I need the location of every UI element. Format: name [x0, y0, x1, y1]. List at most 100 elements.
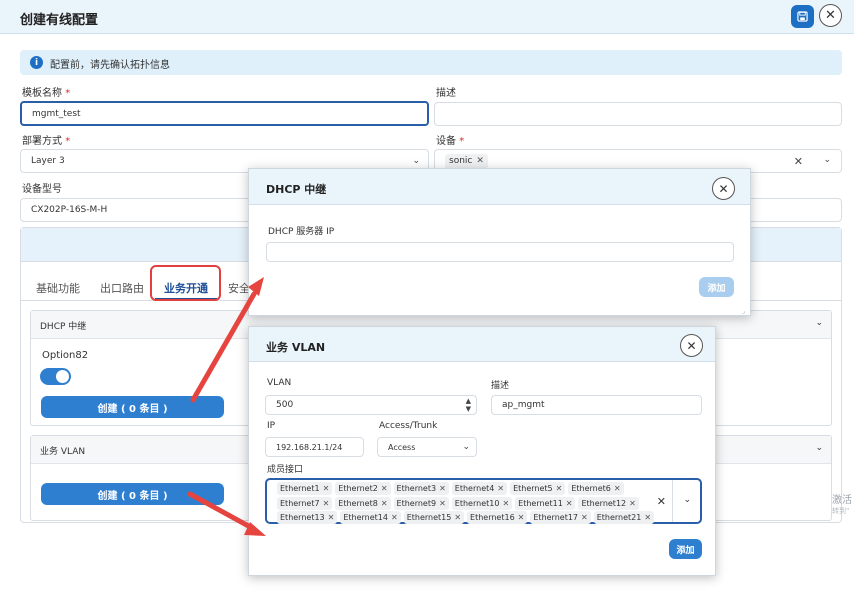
dhcp-create-button[interactable]: 创建 ( 0 条目 ) [41, 396, 224, 418]
access-trunk-select[interactable]: Access ⌄ [377, 437, 477, 457]
vlan-id-input[interactable]: 500 ▲ ▼ [265, 395, 477, 415]
vlan-ip-label: IP [267, 421, 276, 431]
chip-remove-icon[interactable]: ✕ [644, 513, 651, 522]
desc-label: 描述 [436, 88, 456, 99]
vlan-create-button[interactable]: 创建 ( 0 条目 ) [41, 483, 224, 505]
chip-remove-icon[interactable]: ✕ [381, 484, 388, 493]
template-name-label: 模板名称 * [22, 88, 71, 99]
vlan-ip-input[interactable]: 192.168.21.1/24 [265, 437, 364, 457]
chip-remove-icon[interactable]: ✕ [581, 513, 588, 522]
vlan-modal: 业务 VLAN ✕ VLAN 500 ▲ ▼ 描述 ap_mgmt IP 192.1… [248, 326, 716, 576]
chip-remove-icon[interactable]: ✕ [439, 484, 446, 493]
member-chip: Ethernet6 ✕ [568, 482, 624, 495]
page-header: 创建有线配置 ✕ [0, 0, 854, 34]
divider [672, 480, 673, 522]
deploy-label: 部署方式 * [22, 136, 71, 147]
chevron-down-icon[interactable]: ⌄ [683, 495, 691, 505]
chip-remove-icon[interactable]: ✕ [476, 156, 484, 166]
chip-remove-icon[interactable]: ✕ [518, 513, 525, 522]
dhcp-modal-close-button[interactable]: ✕ [712, 177, 735, 200]
member-chip: Ethernet9 ✕ [393, 497, 449, 510]
member-row-3: Ethernet13 ✕ Ethernet14 ✕ Ethernet15 ✕ Etherne… [277, 511, 657, 524]
member-chip: Ethernet4 ✕ [451, 482, 508, 495]
chevron-down-icon[interactable]: ⌄ [823, 155, 831, 165]
template-name-input[interactable]: mgmt_test [20, 101, 429, 126]
vlan-modal-title: 业务 VLAN [266, 341, 326, 354]
close-icon: ✕ [718, 181, 729, 196]
member-chip: Ethernet7 ✕ [277, 497, 333, 510]
chip-remove-icon[interactable]: ✕ [566, 499, 573, 508]
resize-handle-icon[interactable]: ⌟ [742, 308, 745, 315]
chevron-down-icon[interactable]: ⌄ [815, 318, 823, 328]
tab-basic[interactable]: 基础功能 [36, 280, 80, 296]
chip-remove-icon[interactable]: ✕ [454, 513, 461, 522]
vlan-modal-close-button[interactable]: ✕ [680, 334, 703, 357]
save-icon [797, 11, 808, 22]
close-icon: ✕ [686, 338, 697, 353]
activation-watermark: 激活 [832, 495, 852, 506]
desc-input[interactable] [434, 102, 842, 126]
member-chip: Ethernet10 ✕ [451, 497, 513, 510]
highlight-box [150, 265, 221, 301]
device-label: 设备 * [436, 136, 465, 147]
chip-remove-icon[interactable]: ✕ [439, 499, 446, 508]
activation-watermark-sub: 转到" [832, 507, 850, 515]
chevron-down-icon: ⌄ [462, 442, 470, 452]
member-chip: Ethernet1 ✕ [277, 482, 333, 495]
option82-label: Option82 [42, 350, 89, 361]
member-chip: Ethernet2 ✕ [335, 482, 391, 495]
option82-toggle[interactable] [40, 368, 71, 385]
member-chip: Ethernet21 ✕ [593, 511, 655, 524]
member-chip: Ethernet15 ✕ [403, 511, 465, 524]
vlan-id-label: VLAN [267, 378, 292, 388]
chip-remove-icon[interactable]: ✕ [556, 484, 563, 493]
member-chip: Ethernet12 ✕ [578, 497, 639, 510]
chip-remove-icon[interactable]: ✕ [328, 513, 335, 522]
dhcp-server-ip-label: DHCP 服务器 IP [268, 227, 335, 237]
member-chip: Ethernet14 ✕ [340, 511, 401, 524]
members-label: 成员接口 [267, 465, 304, 475]
chip-remove-icon[interactable]: ✕ [323, 499, 330, 508]
chevron-down-icon: ⌄ [412, 156, 420, 166]
info-text: 配置前，请先确认拓扑信息 [50, 60, 170, 71]
chip-remove-icon[interactable]: ✕ [323, 484, 330, 493]
dhcp-modal: DHCP 中继 ✕ DHCP 服务器 IP 添加 ⌟ [248, 168, 751, 316]
toggle-knob [56, 370, 69, 383]
dhcp-add-button[interactable]: 添加 [699, 277, 734, 297]
clear-icon[interactable]: ✕ [657, 495, 666, 508]
clear-icon[interactable]: ✕ [794, 155, 803, 168]
vlan-desc-label: 描述 [491, 381, 510, 391]
chip-remove-icon[interactable]: ✕ [614, 484, 621, 493]
chip-remove-icon[interactable]: ✕ [502, 499, 509, 508]
tab-security[interactable]: 安全 [228, 280, 250, 296]
member-chip: Ethernet8 ✕ [335, 497, 391, 510]
vlan-desc-input[interactable]: ap_mgmt [491, 395, 702, 415]
member-chip: Ethernet5 ✕ [510, 482, 566, 495]
tab-egress-route[interactable]: 出口路由 [100, 280, 144, 296]
device-chip: sonic ✕ [445, 153, 488, 169]
dhcp-modal-title: DHCP 中继 [266, 183, 327, 196]
vlan-add-button[interactable]: 添加 [669, 539, 702, 559]
chevron-down-icon[interactable]: ⌄ [815, 443, 823, 453]
member-chip: Ethernet16 ✕ [467, 511, 528, 524]
member-chip: Ethernet3 ✕ [393, 482, 449, 495]
stepper-icon[interactable]: ▲ ▼ [466, 397, 471, 413]
chip-remove-icon[interactable]: ✕ [629, 499, 636, 508]
chip-remove-icon[interactable]: ✕ [381, 499, 388, 508]
access-trunk-label: Access/Trunk [379, 421, 438, 431]
page-title: 创建有线配置 [20, 13, 99, 28]
members-multiselect[interactable]: Ethernet1 ✕ Ethernet2 ✕ Ethernet3 ✕ Ethernet4 ✕… [265, 478, 702, 524]
close-icon: ✕ [825, 8, 836, 23]
save-button[interactable] [791, 5, 814, 28]
dhcp-server-ip-input[interactable] [266, 242, 734, 262]
dhcp-section-title: DHCP 中继 [40, 322, 87, 332]
member-chip: Ethernet11 ✕ [515, 497, 576, 510]
member-chip: Ethernet17 ✕ [530, 511, 591, 524]
info-banner: i 配置前，请先确认拓扑信息 [20, 50, 842, 75]
close-button[interactable]: ✕ [819, 4, 842, 27]
chip-remove-icon[interactable]: ✕ [497, 484, 504, 493]
vlan-section-title: 业务 VLAN [40, 447, 86, 457]
chip-remove-icon[interactable]: ✕ [391, 513, 398, 522]
member-row-1: Ethernet1 ✕ Ethernet2 ✕ Ethernet3 ✕ Ethernet4 ✕… [277, 482, 627, 495]
member-row-2: Ethernet7 ✕ Ethernet8 ✕ Ethernet9 ✕ Ethernet10… [277, 497, 642, 510]
